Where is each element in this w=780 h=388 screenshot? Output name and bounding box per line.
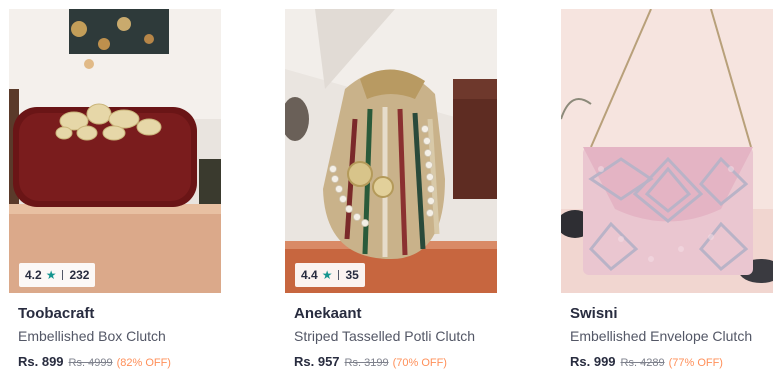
product-card[interactable]: 4.4 ★ 35 Anekaant Striped Tasselled Potl…: [285, 9, 497, 379]
box-clutch-image: [9, 9, 221, 293]
product-image[interactable]: [285, 9, 497, 293]
product-mrp: Rs. 3199: [344, 357, 389, 369]
product-name[interactable]: Embellished Box Clutch: [18, 328, 166, 344]
product-brand[interactable]: Anekaant: [294, 305, 362, 322]
rating-badge: 4.4 ★ 35: [295, 263, 365, 287]
product-image[interactable]: [561, 9, 773, 293]
price-row: Rs. 899 Rs. 4999 (82% OFF): [18, 354, 171, 369]
product-card[interactable]: 4.2 ★ 232 Toobacraft Embellished Box Clu…: [9, 9, 221, 379]
product-image[interactable]: [9, 9, 221, 293]
product-brand[interactable]: Toobacraft: [18, 305, 94, 322]
product-discount: (77% OFF): [668, 357, 723, 369]
rating-count: 232: [69, 268, 90, 282]
price-row: Rs. 999 Rs. 4289 (77% OFF): [570, 354, 723, 369]
rating-value: 4.4: [301, 268, 318, 282]
star-icon: ★: [45, 268, 57, 282]
rating-badge: 4.2 ★ 232: [19, 263, 96, 287]
product-price: Rs. 999: [570, 354, 616, 369]
product-mrp: Rs. 4999: [68, 357, 113, 369]
product-price: Rs. 957: [294, 354, 340, 369]
product-card[interactable]: Swisni Embellished Envelope Clutch Rs. 9…: [561, 9, 773, 379]
product-mrp: Rs. 4289: [620, 357, 665, 369]
star-icon: ★: [321, 268, 333, 282]
product-price: Rs. 899: [18, 354, 64, 369]
rating-divider: [338, 270, 340, 280]
envelope-clutch-image: [561, 9, 773, 293]
product-brand[interactable]: Swisni: [570, 305, 618, 322]
product-discount: (70% OFF): [392, 357, 447, 369]
rating-divider: [62, 270, 64, 280]
rating-count: 35: [345, 268, 359, 282]
rating-value: 4.2: [25, 268, 42, 282]
product-discount: (82% OFF): [116, 357, 171, 369]
product-name[interactable]: Embellished Envelope Clutch: [570, 328, 752, 344]
potli-clutch-image: [285, 9, 497, 293]
price-row: Rs. 957 Rs. 3199 (70% OFF): [294, 354, 447, 369]
product-name[interactable]: Striped Tasselled Potli Clutch: [294, 328, 475, 344]
